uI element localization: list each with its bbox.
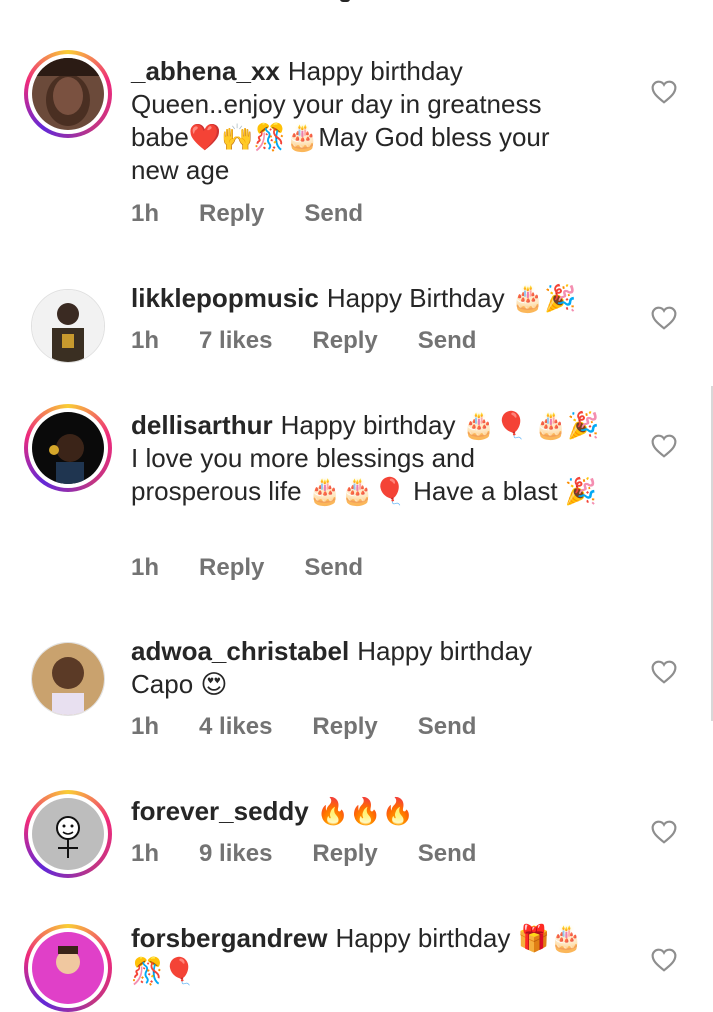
reply-button[interactable]: Reply bbox=[312, 713, 377, 741]
comment-meta: 1h Reply Send bbox=[131, 554, 403, 582]
reply-button[interactable]: Reply bbox=[199, 554, 264, 582]
comment-time: 1h bbox=[131, 554, 160, 581]
comment-meta: 1h 7 likes Reply Send bbox=[131, 327, 516, 355]
comment-username[interactable]: adwoa_christabel bbox=[131, 636, 349, 666]
comment-text: likklepopmusic Happy Birthday 🎂🎉 bbox=[131, 282, 601, 315]
heart-outline-icon[interactable] bbox=[651, 434, 677, 458]
heart-outline-icon[interactable] bbox=[651, 306, 677, 330]
comment-body: 🔥🔥🔥 bbox=[316, 796, 414, 826]
comment-username[interactable]: _abhena_xx bbox=[131, 56, 280, 86]
comment-username[interactable]: dellisarthur bbox=[131, 410, 273, 440]
heart-outline-icon[interactable] bbox=[651, 948, 677, 972]
avatar[interactable] bbox=[24, 790, 112, 878]
likes-count[interactable]: 7 likes bbox=[199, 327, 272, 355]
comment-username[interactable]: forever_seddy bbox=[131, 796, 309, 826]
avatar[interactable] bbox=[24, 924, 112, 1012]
comment-meta: 1h 9 likes Reply Send bbox=[131, 840, 516, 868]
comment-time: 1h bbox=[131, 713, 160, 740]
comment-username[interactable]: forsbergandrew bbox=[131, 923, 328, 953]
send-button[interactable]: Send bbox=[304, 554, 363, 582]
heart-outline-icon[interactable] bbox=[651, 820, 677, 844]
comment-time: 1h bbox=[131, 200, 160, 227]
likes-count[interactable]: 9 likes bbox=[199, 840, 272, 868]
comment-meta: 1h 4 likes Reply Send bbox=[131, 713, 516, 741]
reply-button[interactable]: Reply bbox=[312, 327, 377, 355]
comment-username[interactable]: likklepopmusic bbox=[131, 283, 319, 313]
likes-count[interactable]: 4 likes bbox=[199, 713, 272, 741]
heart-outline-icon[interactable] bbox=[651, 660, 677, 684]
comment-body: Happy Birthday 🎂🎉 bbox=[326, 283, 577, 313]
comment-time: 1h bbox=[131, 840, 160, 867]
send-button[interactable]: Send bbox=[418, 327, 477, 355]
heart-outline-icon[interactable] bbox=[651, 80, 677, 104]
send-button[interactable]: Send bbox=[418, 713, 477, 741]
send-button[interactable]: Send bbox=[304, 200, 363, 228]
reply-button[interactable]: Reply bbox=[199, 200, 264, 228]
comment-text: forever_seddy 🔥🔥🔥 bbox=[131, 795, 601, 828]
comment-meta: 1h Reply Send bbox=[131, 200, 403, 228]
comment-time: 1h bbox=[131, 327, 160, 354]
comment-text: adwoa_christabel Happy birthday Capo 😍 bbox=[131, 635, 601, 701]
comment-text: dellisarthur Happy birthday 🎂🎈 🎂🎉 I love … bbox=[131, 409, 601, 508]
comment-text: _abhena_xx Happy birthday Queen..enjoy yo… bbox=[131, 55, 601, 187]
avatar[interactable] bbox=[24, 282, 112, 370]
avatar[interactable] bbox=[24, 635, 112, 723]
comment-text: forsbergandrew Happy birthday 🎁🎂 🎊🎈 bbox=[131, 922, 601, 988]
scroll-remnant bbox=[340, 0, 350, 2]
reply-button[interactable]: Reply bbox=[312, 840, 377, 868]
send-button[interactable]: Send bbox=[418, 840, 477, 868]
avatar[interactable] bbox=[24, 50, 112, 138]
avatar[interactable] bbox=[24, 404, 112, 492]
